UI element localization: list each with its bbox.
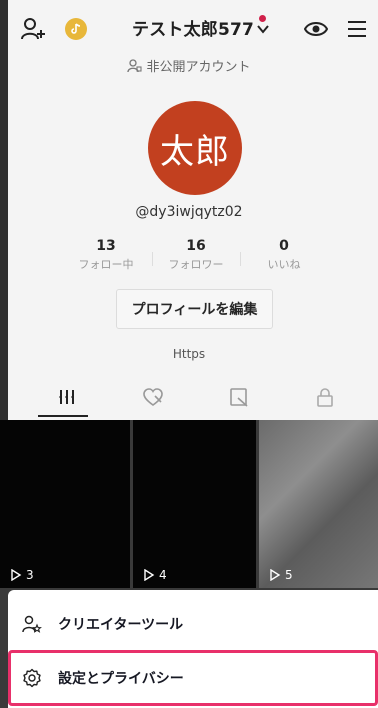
tab-liked[interactable] [142, 386, 166, 408]
stat-followers[interactable]: 16 フォロワー [156, 238, 236, 272]
play-count: 3 [10, 568, 34, 582]
bio-link[interactable]: Https [0, 347, 378, 361]
coin-button[interactable] [65, 18, 87, 40]
gear-icon [23, 668, 41, 688]
stat-label: フォロワー [168, 258, 224, 271]
play-icon [270, 569, 281, 581]
notification-dot [259, 15, 266, 22]
stat-value: 13 [96, 238, 116, 254]
chevron-down-icon [257, 25, 269, 34]
avatar-text: 太郎 [160, 131, 230, 172]
video-grid: 3 4 5 [0, 420, 378, 590]
stat-divider [152, 252, 153, 266]
play-count-value: 3 [26, 568, 34, 582]
private-user-icon [127, 59, 143, 73]
top-bar: テスト太郎577 [8, 8, 378, 48]
add-user-icon [21, 18, 45, 40]
hamburger-menu-icon [348, 21, 366, 37]
add-user-button[interactable] [20, 16, 46, 42]
video-thumbnail[interactable]: 3 [0, 420, 130, 588]
play-count-value: 5 [285, 568, 293, 582]
profile-views-button[interactable] [303, 18, 329, 40]
account-type-text: 非公開アカウント [146, 60, 251, 75]
coin-icon [71, 23, 81, 34]
tab-videos[interactable] [56, 386, 80, 408]
creator-tools-icon [22, 615, 42, 633]
bottom-sheet-menu: クリエイターツール 設定とプライバシー [8, 590, 378, 708]
edit-profile-button[interactable]: プロフィールを編集 [116, 289, 273, 329]
eye-icon [303, 22, 329, 36]
play-count-value: 4 [159, 568, 167, 582]
play-count: 4 [143, 568, 167, 582]
avatar[interactable]: 太郎 [148, 101, 242, 195]
play-count: 5 [269, 568, 293, 582]
video-thumbnail[interactable]: 5 [259, 420, 378, 588]
grid-icon [59, 390, 75, 404]
tab-favorites[interactable] [228, 386, 252, 408]
stat-label: フォロー中 [78, 258, 134, 271]
menu-item-settings-privacy[interactable]: 設定とプライバシー [8, 650, 378, 706]
favorites-icon [230, 388, 248, 407]
user-handle: @dy3iwjqytz02 [135, 204, 243, 220]
video-thumbnail[interactable]: 4 [133, 420, 256, 588]
stat-likes[interactable]: 0 いいね [244, 238, 324, 272]
profile-tabs [8, 378, 378, 418]
username: テスト太郎577 [132, 20, 255, 40]
stat-following[interactable]: 13 フォロー中 [66, 238, 146, 272]
play-icon [144, 569, 155, 581]
stat-label: いいね [267, 258, 301, 271]
stat-divider [240, 252, 241, 266]
account-switcher[interactable]: テスト太郎577 [132, 15, 270, 40]
private-account-label: 非公開アカウント [0, 56, 378, 75]
menu-button[interactable] [346, 19, 368, 39]
liked-icon [143, 388, 163, 406]
stat-value: 16 [186, 238, 206, 254]
menu-item-creator-tools[interactable]: クリエイターツール [8, 598, 378, 650]
tab-private[interactable] [314, 386, 338, 408]
play-icon [11, 569, 22, 581]
stats-row: 13 フォロー中 16 フォロワー 0 いいね [60, 238, 330, 274]
menu-item-label: 設定とプライバシー [58, 671, 184, 687]
menu-item-label: クリエイターツール [58, 617, 184, 633]
active-tab-indicator [38, 415, 88, 417]
lock-icon [317, 388, 333, 407]
stat-value: 0 [279, 238, 289, 254]
